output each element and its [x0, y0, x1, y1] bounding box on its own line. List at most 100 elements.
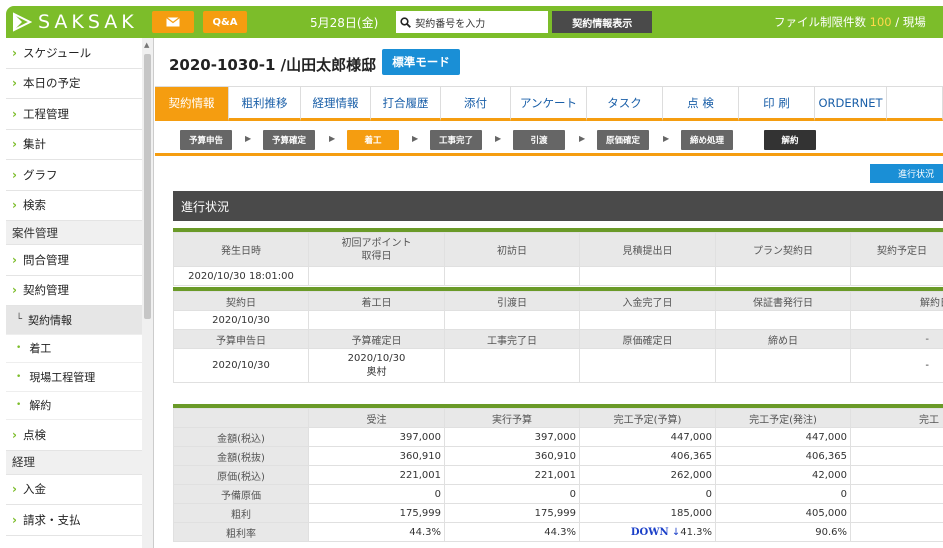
- row-label: 原価(税込): [173, 465, 309, 485]
- step-cancel[interactable]: 解約: [764, 130, 816, 150]
- value-cell: [308, 310, 445, 330]
- chevron-right-icon: ›: [12, 76, 17, 91]
- tab-contract-info[interactable]: 契約情報: [155, 87, 229, 121]
- value-cell: [850, 266, 943, 286]
- step-handover[interactable]: 引渡: [513, 130, 565, 150]
- sidebar-item-label: 着工: [29, 342, 52, 356]
- step-cost-confirm[interactable]: 原価確定: [597, 130, 649, 150]
- money-table: 受注 実行予算 完工予定(予算) 完工予定(発注) 完工 金額(税込) 397,…: [173, 408, 943, 542]
- sidebar-item-inquiry[interactable]: › 問合管理: [6, 245, 142, 276]
- value-cell: 90.6%: [715, 522, 851, 542]
- value-cell: [444, 310, 580, 330]
- tab-print[interactable]: 印 刷: [739, 87, 815, 121]
- sidebar-subitem-contract-info[interactable]: └ 契約情報: [6, 306, 142, 335]
- qa-button[interactable]: Q&A: [203, 11, 247, 33]
- scroll-up-icon[interactable]: ▲: [144, 41, 149, 49]
- value-cell: 221,001: [444, 465, 580, 485]
- bullet-icon: •: [16, 400, 22, 411]
- contract-search-input[interactable]: 契約番号を入力: [396, 11, 549, 33]
- down-badge: DOWN: [630, 526, 669, 538]
- file-limit-value: 100: [869, 15, 892, 29]
- value-cell: 1: [850, 427, 943, 447]
- header-cell: プラン契約日: [715, 232, 851, 267]
- value-cell: 405,000: [715, 503, 851, 523]
- sidebar-subitem-cancel[interactable]: • 解約: [6, 392, 142, 420]
- search-placeholder: 契約番号を入力: [415, 18, 486, 30]
- file-limit-label: ファイル制限件数: [774, 15, 866, 29]
- bullet-icon: •: [16, 343, 22, 354]
- sidebar-item-label: 検索: [22, 198, 46, 213]
- tab-gross-profit[interactable]: 粗利推移: [229, 87, 301, 121]
- header-cell: 引渡日: [444, 291, 580, 311]
- sidebar-item-process[interactable]: › 工程管理: [6, 99, 142, 130]
- main-content: 2020-1030-1 /山田太郎様邸 標準モード 契約情報 粗利推移 経理情報…: [155, 38, 943, 548]
- chevron-right-icon: ›: [12, 45, 17, 60]
- value-cell: 406,365: [579, 446, 716, 466]
- sidebar-item-contract[interactable]: › 契約管理: [6, 276, 142, 306]
- workflow-steps: 予算申告 ▶ 予算確定 ▶ 着工 ▶ 工事完了 ▶ 引渡 ▶ 原価確定 ▶ 締め…: [155, 122, 943, 156]
- standard-mode-button[interactable]: 標準モード: [382, 49, 460, 75]
- contract-info-button[interactable]: 契約情報表示: [552, 11, 653, 33]
- sidebar-item-inspection[interactable]: › 点検: [6, 420, 142, 451]
- contract-dates-table: 契約日 着工日 引渡日 入金完了日 保証書発行日 解約日 2020/10/30 …: [173, 291, 943, 383]
- page-title: 2020-1030-1 /山田太郎様邸: [169, 56, 377, 74]
- value-cell: 0: [579, 484, 716, 504]
- mail-button[interactable]: [152, 11, 194, 33]
- tab-tasks[interactable]: タスク: [587, 87, 663, 121]
- sidebar-item-payment-in[interactable]: › 入金: [6, 475, 142, 505]
- row-label: 金額(税抜): [173, 446, 309, 466]
- sidebar-item-graph[interactable]: › グラフ: [6, 160, 142, 191]
- sidebar-item-label: 本日の予定: [22, 76, 81, 91]
- tab-accounting[interactable]: 経理情報: [301, 87, 371, 121]
- value-cell: 360,910: [308, 446, 445, 466]
- step-construction-complete[interactable]: 工事完了: [430, 130, 482, 150]
- tab-bar: 契約情報 粗利推移 経理情報 打合履歴 添付 アンケート タスク 点 検 印 刷…: [155, 86, 943, 121]
- step-construction-start[interactable]: 着工: [347, 130, 399, 150]
- value-cell: 0: [444, 484, 580, 504]
- value-cell: 447,000: [715, 427, 851, 447]
- value-cell: [850, 446, 943, 466]
- sidebar-subitem-start[interactable]: • 着工: [6, 335, 142, 363]
- down-arrow-icon: ↓: [671, 526, 681, 538]
- sidebar-item-today[interactable]: › 本日の予定: [6, 69, 142, 99]
- sidebar-item-summary[interactable]: › 集計: [6, 130, 142, 160]
- step-budget-confirm[interactable]: 予算確定: [263, 130, 315, 150]
- sidebar-item-billing[interactable]: › 請求・支払: [6, 505, 142, 536]
- mail-icon: [166, 17, 180, 27]
- step-budget-report[interactable]: 予算申告: [180, 130, 232, 150]
- sidebar-scrollbar-thumb[interactable]: [144, 54, 151, 319]
- sidebar-item-label: スケジュール: [22, 45, 92, 60]
- sidebar-subitem-site-process[interactable]: • 現場工程管理: [6, 363, 142, 392]
- header-cell: 原価確定日: [579, 329, 716, 349]
- tab-inspection[interactable]: 点 検: [663, 87, 739, 121]
- sidebar-item-search[interactable]: › 検索: [6, 191, 142, 221]
- chevron-right-icon: ›: [12, 252, 17, 267]
- bullet-icon: •: [16, 371, 22, 382]
- sidebar-group-accounting: 経理: [6, 450, 142, 475]
- chevron-right-icon: ›: [12, 427, 17, 442]
- file-limit-suffix: / 現場: [895, 15, 926, 29]
- header-cell: 保証書発行日: [715, 291, 851, 311]
- table-row: 金額(税込) 397,000 397,000 447,000 447,000 1: [173, 427, 943, 447]
- arrow-right-icon: ▶: [495, 134, 502, 143]
- step-closing[interactable]: 締め処理: [681, 130, 733, 150]
- tab-meeting-history[interactable]: 打合履歴: [371, 87, 441, 121]
- tab-attachments[interactable]: 添付: [441, 87, 511, 121]
- sidebar-item-schedule[interactable]: › スケジュール: [6, 38, 142, 69]
- tab-ordernet[interactable]: ORDERNET: [815, 87, 887, 121]
- value-cell: 447,000: [579, 427, 716, 447]
- tab-empty: [887, 87, 943, 121]
- logo[interactable]: SAKSAK: [6, 11, 146, 33]
- row-label: 予備原価: [173, 484, 309, 504]
- sidebar-item-label: 解約: [29, 399, 52, 413]
- value-cell: [579, 310, 716, 330]
- header-cell: 初訪日: [444, 232, 580, 267]
- progress-tag[interactable]: 進行状況: [870, 164, 943, 183]
- value-cell: 397,000: [308, 427, 445, 447]
- sidebar-item-label: 契約管理: [22, 283, 69, 298]
- current-date: 5月28日(金): [310, 15, 379, 30]
- row-label: 金額(税込): [173, 427, 309, 447]
- tree-branch-icon: └: [16, 314, 23, 326]
- tab-survey[interactable]: アンケート: [511, 87, 587, 121]
- header-cell: 初回アポイント 取得日: [308, 232, 445, 267]
